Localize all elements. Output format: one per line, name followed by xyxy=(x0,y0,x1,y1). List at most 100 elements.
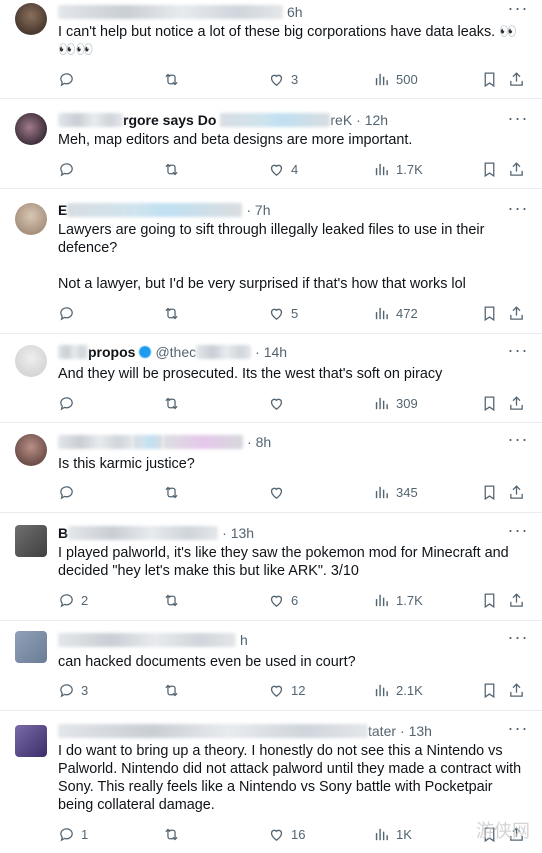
reply-post[interactable]: B · 13h ··· I played palworld, it's like… xyxy=(0,512,542,621)
avatar[interactable] xyxy=(15,725,47,757)
more-icon[interactable]: ··· xyxy=(506,430,530,450)
reply-button[interactable] xyxy=(58,482,81,502)
reply-button[interactable] xyxy=(58,393,81,413)
reply-button[interactable]: 3 xyxy=(58,680,88,700)
more-icon[interactable]: ··· xyxy=(506,0,530,19)
reply-button[interactable] xyxy=(58,303,81,323)
partial-display-name[interactable]: rgore says Do xyxy=(123,111,216,129)
retweet-button[interactable] xyxy=(163,69,180,89)
partial-display-name[interactable]: B xyxy=(58,524,68,542)
blurred-username[interactable] xyxy=(58,5,283,19)
share-button[interactable] xyxy=(508,482,525,502)
retweet-button[interactable] xyxy=(163,482,180,502)
avatar[interactable] xyxy=(15,203,47,235)
share-button[interactable] xyxy=(508,680,525,700)
blurred-username[interactable] xyxy=(58,633,236,647)
partial-display-name[interactable]: propos xyxy=(88,343,135,361)
views-button[interactable]: 500 xyxy=(373,69,418,89)
more-icon[interactable]: ··· xyxy=(506,109,530,129)
retweet-button[interactable] xyxy=(163,159,180,179)
post-time[interactable]: h xyxy=(240,631,248,649)
retweet-button[interactable] xyxy=(163,303,180,323)
views-button[interactable]: 2.1K xyxy=(373,680,423,700)
retweet-button[interactable] xyxy=(163,393,180,413)
blurred-username[interactable] xyxy=(58,435,133,449)
views-button[interactable]: 1.7K xyxy=(373,159,423,179)
blurred-handle[interactable] xyxy=(196,345,252,359)
reply-post[interactable]: E · 7h ··· Lawyers are going to sift thr… xyxy=(0,188,542,334)
post-time[interactable]: · 7h xyxy=(246,201,270,219)
avatar[interactable] xyxy=(15,345,47,377)
share-button[interactable] xyxy=(508,69,525,89)
bookmark-button[interactable] xyxy=(481,393,498,413)
more-icon[interactable]: ··· xyxy=(506,199,530,219)
views-button[interactable]: 345 xyxy=(373,482,418,502)
partial-handle[interactable]: reK xyxy=(330,111,352,129)
share-button[interactable] xyxy=(508,590,525,610)
share-button[interactable] xyxy=(508,393,525,413)
bookmark-button[interactable] xyxy=(481,69,498,89)
reply-button[interactable] xyxy=(58,69,81,89)
avatar[interactable] xyxy=(15,3,47,35)
avatar[interactable] xyxy=(15,113,47,145)
like-button[interactable]: 5 xyxy=(268,303,298,323)
views-button[interactable]: 472 xyxy=(373,303,418,323)
like-button[interactable]: 16 xyxy=(268,824,305,844)
reply-post[interactable]: 6h ··· I can't help but notice a lot of … xyxy=(0,0,542,99)
retweet-button[interactable] xyxy=(163,824,180,844)
post-time[interactable]: · 14h xyxy=(255,343,287,361)
like-button[interactable]: 4 xyxy=(268,159,298,179)
reply-post[interactable]: tater · 13h ··· I do want to bring up a … xyxy=(0,710,542,853)
partial-display-name[interactable]: E xyxy=(58,201,67,219)
post-time[interactable]: · 12h xyxy=(356,111,388,129)
blurred-username[interactable] xyxy=(68,526,219,540)
more-icon[interactable]: ··· xyxy=(506,521,530,541)
like-button[interactable]: 12 xyxy=(268,680,305,700)
like-button[interactable] xyxy=(268,482,291,502)
reply-post[interactable]: h ··· can hacked documents even be used … xyxy=(0,620,542,711)
more-icon[interactable]: ··· xyxy=(506,719,530,739)
views-button[interactable]: 1K xyxy=(373,824,412,844)
share-button[interactable] xyxy=(508,159,525,179)
post-time[interactable]: · 13h xyxy=(222,524,254,542)
post-time[interactable]: · 8h xyxy=(247,433,271,451)
post-time[interactable]: 6h xyxy=(287,3,303,21)
post-time[interactable]: · 13h xyxy=(400,722,432,740)
like-button[interactable] xyxy=(268,393,291,413)
share-button[interactable] xyxy=(508,303,525,323)
blurred-handle[interactable] xyxy=(163,435,243,449)
blurred-username[interactable] xyxy=(67,203,243,217)
partial-handle[interactable]: @thec xyxy=(155,343,196,361)
reply-post[interactable]: propos @thec · 14h ··· And they will be … xyxy=(0,333,542,423)
reply-button[interactable]: 1 xyxy=(58,824,88,844)
bookmark-icon xyxy=(484,395,495,411)
reply-button[interactable] xyxy=(58,159,81,179)
partial-handle[interactable]: tater xyxy=(368,722,396,740)
views-button[interactable]: 1.7K xyxy=(373,590,423,610)
retweet-button[interactable] xyxy=(163,680,180,700)
bookmark-button[interactable] xyxy=(481,303,498,323)
avatar[interactable] xyxy=(15,434,47,466)
views-button[interactable]: 309 xyxy=(373,393,418,413)
reply-button[interactable]: 2 xyxy=(58,590,88,610)
reply-post[interactable]: rgore says Do reK · 12h ··· Meh, map edi… xyxy=(0,98,542,189)
bookmark-button[interactable] xyxy=(481,159,498,179)
bookmark-button[interactable] xyxy=(481,680,498,700)
avatar[interactable] xyxy=(15,525,47,557)
reply-post[interactable]: · 8h ··· Is this karmic justice? 345 xyxy=(0,422,542,513)
views-count: 345 xyxy=(396,484,418,500)
bookmark-button[interactable] xyxy=(481,590,498,610)
blurred-handle[interactable] xyxy=(220,113,331,127)
blurred-username[interactable] xyxy=(58,113,123,127)
blurred-handle[interactable] xyxy=(133,435,163,449)
retweet-button[interactable] xyxy=(163,590,180,610)
bookmark-button[interactable] xyxy=(481,482,498,502)
more-icon[interactable]: ··· xyxy=(506,341,530,361)
more-icon[interactable]: ··· xyxy=(506,628,530,648)
blurred-username[interactable] xyxy=(58,724,368,738)
post-header: rgore says Do reK · 12h xyxy=(58,111,388,129)
like-button[interactable]: 3 xyxy=(268,69,298,89)
like-button[interactable]: 6 xyxy=(268,590,298,610)
blurred-username[interactable] xyxy=(58,345,88,359)
avatar[interactable] xyxy=(15,631,47,663)
